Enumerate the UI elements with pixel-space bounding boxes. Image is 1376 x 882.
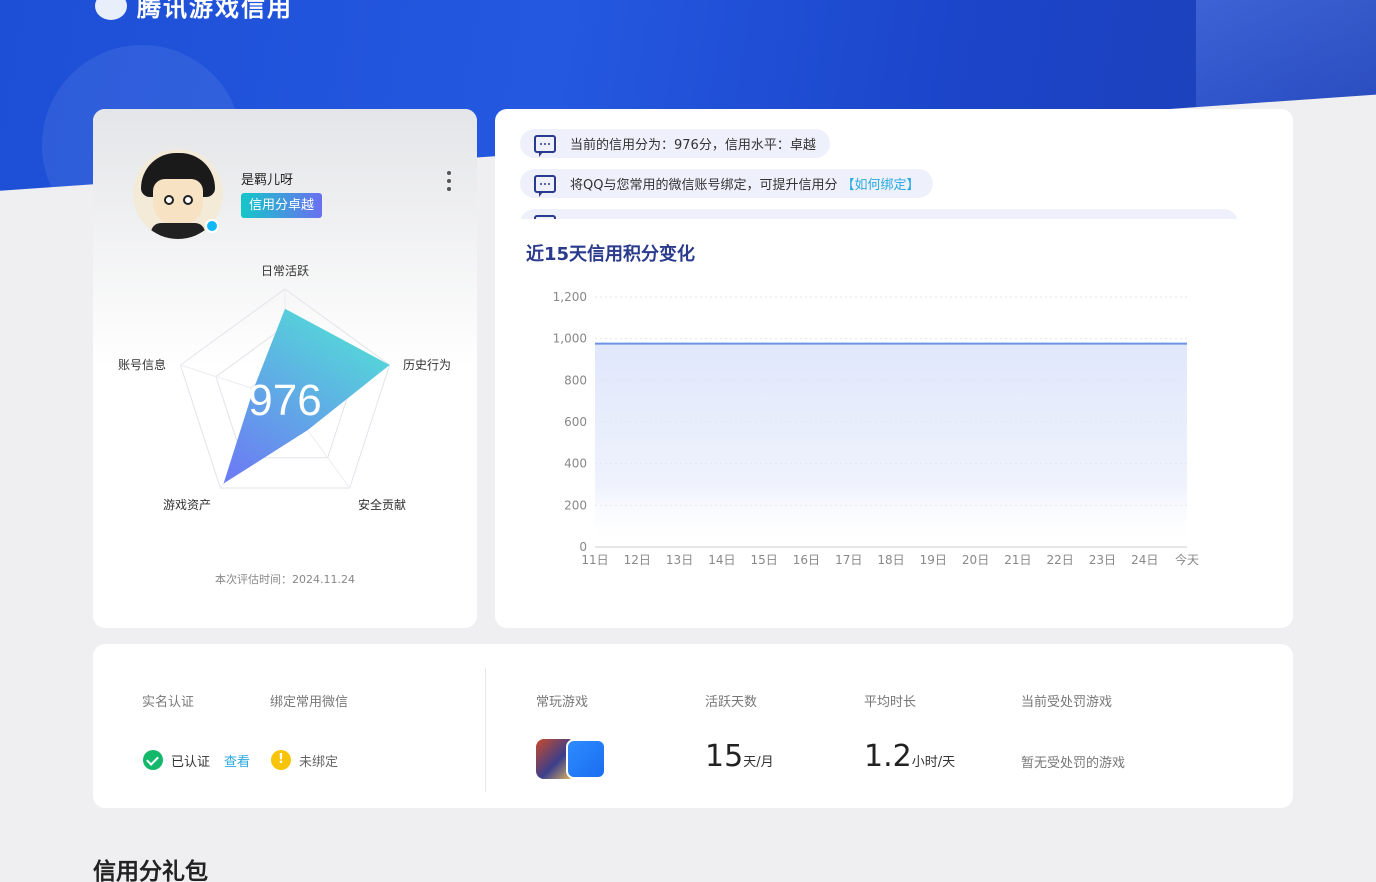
message-icon (534, 214, 556, 219)
avg-time-label: 平均时长 (864, 695, 917, 710)
notice-item[interactable]: 将QQ与您常用的微信账号绑定，可提升信用分 【如何绑定】 (520, 169, 934, 198)
account-stats-card: 实名认证 绑定常用微信 已认证 查看 ! 未绑定 常玩游戏 活跃天数 15天/月… (93, 644, 1293, 808)
y-tick-label: 0 (579, 540, 587, 554)
y-tick-label: 800 (564, 373, 587, 387)
x-tick-label: 18日 (877, 553, 904, 567)
wechat-bind-label: 绑定常用微信 (270, 695, 349, 710)
chart-title: 近15天信用积分变化 (526, 244, 696, 265)
y-tick-label: 200 (564, 498, 587, 512)
active-days-value: 15天/月 (705, 739, 774, 774)
x-tick-label: 16日 (793, 553, 820, 567)
notice-text: 当前的信用分为：976分，信用水平：卓越 (570, 138, 816, 153)
profile-card: 是羁儿呀 信用分卓越 976 日常活跃 历史行为 安全贡献 游戏资产 账号信息 … (93, 109, 477, 628)
x-tick-label: 14日 (708, 553, 735, 567)
x-tick-label: 23日 (1089, 553, 1116, 567)
avg-time-value: 1.2小时/天 (864, 739, 955, 774)
radar-label-history: 历史行为 (403, 358, 451, 372)
x-tick-label: 21日 (1004, 553, 1031, 567)
credit-level-badge: 信用分卓越 (241, 193, 323, 218)
how-to-bind-link[interactable]: 【如何绑定】 (841, 174, 919, 193)
x-tick-label: 20日 (962, 553, 989, 567)
nickname: 是羁儿呀 (241, 173, 294, 188)
qq-penguin-icon (205, 219, 219, 233)
x-tick-label: 11日 (581, 553, 608, 567)
credit-line-chart: 0 200 400 600 800 1,000 1,200 11日 12日 13日 14日 15日 1… (553, 290, 1199, 567)
message-icon (534, 174, 556, 197)
view-realname-link[interactable]: 查看 (224, 751, 250, 770)
warning-icon: ! (271, 750, 291, 770)
active-days-unit: 天/月 (743, 755, 774, 770)
penalty-games-label: 当前受处罚游戏 (1021, 695, 1113, 710)
realname-status: 已认证 查看 (143, 750, 250, 770)
active-days-label: 活跃天数 (705, 695, 758, 710)
credit-score: 976 (248, 376, 321, 425)
wechat-status-text: 未绑定 (299, 754, 339, 770)
radar-label-account-info: 账号信息 (118, 357, 166, 372)
divider (485, 668, 486, 792)
series-area (595, 343, 1187, 547)
realname-label: 实名认证 (142, 695, 195, 710)
radar-label-game-assets: 游戏资产 (163, 498, 211, 512)
x-tick-label: 22日 (1047, 553, 1074, 567)
notice-list: 当前的信用分为：976分，信用水平：卓越 将QQ与您常用的微信账号绑定，可提升信… (520, 129, 1240, 219)
credit-trend-card: 当前的信用分为：976分，信用水平：卓越 将QQ与您常用的微信账号绑定，可提升信… (495, 109, 1293, 628)
avg-time-unit: 小时/天 (911, 755, 956, 770)
y-tick-label: 1,200 (553, 290, 587, 304)
notice-text: 将QQ与您常用的微信账号绑定，可提升信用分 (570, 178, 838, 193)
x-tick-label: 今天 (1175, 552, 1199, 567)
y-tick-label: 1,000 (553, 332, 587, 346)
radar-chart: 976 日常活跃 历史行为 安全贡献 游戏资产 账号信息 (118, 264, 451, 512)
logo-emblem-icon (95, 0, 127, 20)
x-tick-label: 12日 (624, 553, 651, 567)
x-tick-label: 15日 (751, 553, 778, 567)
frequent-games-label: 常玩游戏 (536, 695, 589, 710)
radar-label-security: 安全贡献 (358, 497, 406, 512)
x-tick-label: 24日 (1131, 553, 1158, 567)
penalty-games-value: 暂无受处罚的游戏 (1021, 756, 1126, 771)
y-tick-label: 400 (564, 457, 587, 471)
evaluation-time: 本次评估时间：2024.11.24 (215, 573, 355, 586)
site-logo[interactable]: 腾讯游戏信用 (95, 0, 293, 23)
x-tick-label: 13日 (666, 553, 693, 567)
notice-item-partial[interactable] (520, 209, 1238, 219)
active-days-number: 15 (705, 739, 744, 774)
game-center-icon[interactable] (566, 739, 606, 779)
check-circle-icon (143, 750, 163, 770)
wechat-bind-status: ! 未绑定 (271, 750, 338, 770)
realname-status-text: 已认证 (171, 754, 211, 770)
notice-item[interactable]: 当前的信用分为：976分，信用水平：卓越 (520, 129, 830, 158)
frequent-games (536, 739, 606, 779)
logo-text: 腾讯游戏信用 (137, 0, 293, 22)
avg-time-number: 1.2 (864, 739, 912, 774)
more-options-icon[interactable] (445, 169, 453, 193)
message-icon (534, 134, 556, 157)
x-tick-label: 19日 (920, 553, 947, 567)
y-tick-label: 600 (564, 415, 587, 429)
radar-label-daily-active: 日常活跃 (261, 264, 309, 278)
gift-section-title: 信用分礼包 (93, 859, 208, 882)
x-tick-label: 17日 (835, 553, 862, 567)
